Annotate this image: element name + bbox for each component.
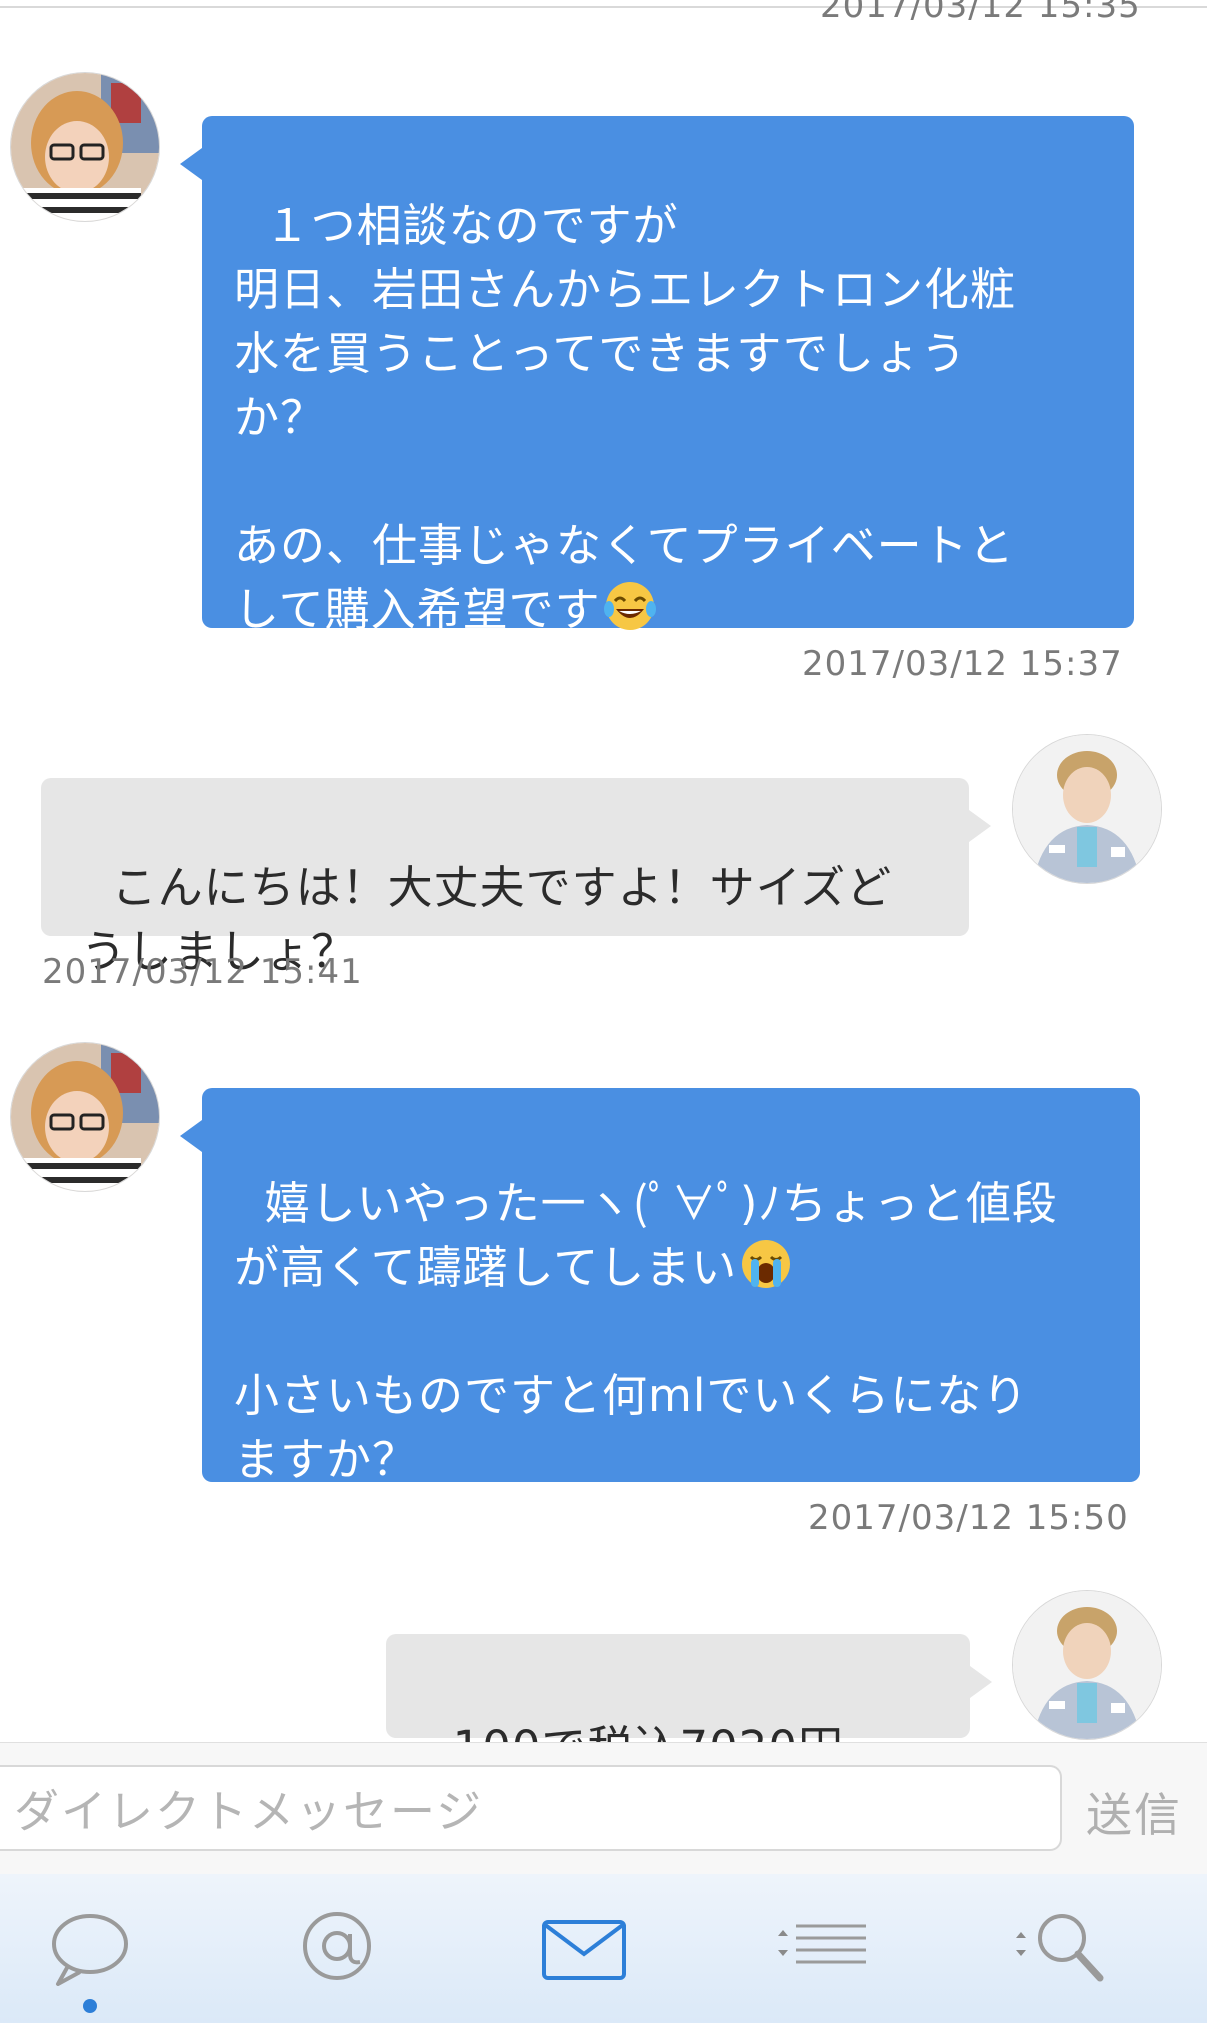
- message-bubble-received[interactable]: 100で税込7020円す！: [386, 1634, 992, 1838]
- avatar-self-image: [11, 1043, 159, 1191]
- avatar-contact-image: [1013, 1591, 1161, 1739]
- search-icon: [1016, 1914, 1104, 1982]
- timestamp: 2017/03/12 15:37: [802, 644, 1123, 684]
- send-button[interactable]: 送信: [1086, 1779, 1182, 1845]
- message-bubble-received[interactable]: こんにちは！大丈夫ですよ！サイズど うしましょ？: [41, 778, 991, 978]
- avatar-contact[interactable]: [1012, 1590, 1162, 1740]
- message-composer: ダイレクトメッセージ 送信: [0, 1742, 1207, 1876]
- avatar-contact-image: [1013, 735, 1161, 883]
- mention-icon: [303, 1912, 371, 1980]
- timestamp: 2017/03/12 15:41: [42, 952, 363, 992]
- timestamp: 2017/03/12 15:35: [820, 0, 1141, 26]
- avatar-contact[interactable]: [1012, 734, 1162, 884]
- avatar-self-image: [11, 73, 159, 221]
- tab-mentions[interactable]: [257, 1874, 417, 2023]
- timestamp: 2017/03/12 15:50: [808, 1498, 1129, 1538]
- message-text: 小さいものですと何mlでいくらになり ますか？: [234, 1369, 1029, 1486]
- tab-lists[interactable]: [740, 1874, 900, 2023]
- tears-of-joy-icon: [603, 579, 657, 633]
- tab-search[interactable]: [988, 1874, 1148, 2023]
- message-bubble-sent[interactable]: １つ相談なのですが 明日、岩田さんからエレクトロン化粧 水を買うことってできます…: [180, 116, 1134, 636]
- message-input[interactable]: ダイレクトメッセージ: [0, 1765, 1062, 1851]
- tab-timeline[interactable]: [10, 1874, 170, 2023]
- active-indicator-dot: [83, 1999, 97, 2013]
- tab-messages[interactable]: [504, 1874, 664, 2023]
- list-icon: [778, 1924, 866, 1964]
- avatar-self[interactable]: [10, 72, 160, 222]
- message-bubble-sent[interactable]: 嬉しいやった一ヽ(ﾟ∀ﾟ)ﾉちょっと値段 が高くて躊躇してしまい 小さいものです…: [180, 1088, 1140, 1486]
- message-text: １つ相談なのですが 明日、岩田さんからエレクトロン化粧 水を買うことってできます…: [234, 199, 1017, 636]
- message-text: 嬉しいやった一ヽ(ﾟ∀ﾟ)ﾉちょっと値段 が高くて躊躇してしまい: [234, 1177, 1058, 1294]
- avatar-self[interactable]: [10, 1042, 160, 1192]
- envelope-icon: [542, 1920, 626, 1980]
- loudly-crying-icon: [739, 1237, 793, 1291]
- tab-bar: [0, 1874, 1207, 2023]
